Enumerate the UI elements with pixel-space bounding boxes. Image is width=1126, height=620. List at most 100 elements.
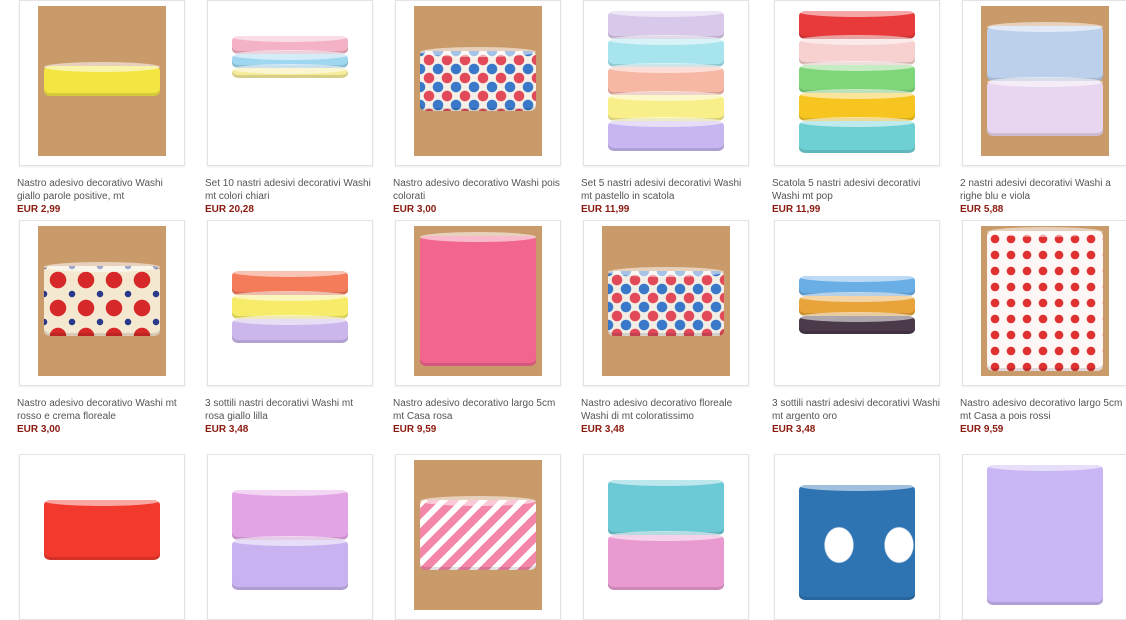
tape-roll xyxy=(987,231,1103,371)
product-card[interactable] xyxy=(583,454,749,620)
product-photo xyxy=(602,460,730,610)
product-card[interactable]: 2 nastri adesivi decorativi Washi a righ… xyxy=(960,0,1126,215)
product-photo xyxy=(981,6,1109,156)
product-photo xyxy=(414,6,542,156)
product-card[interactable]: Nastro adesivo decorativo Washi pois col… xyxy=(393,0,563,215)
tape-roll xyxy=(987,81,1103,136)
product-thumbnail[interactable] xyxy=(583,0,749,166)
product-thumbnail[interactable] xyxy=(962,454,1126,620)
product-title-link[interactable]: Nastro adesivo decorativo largo 5cm mt C… xyxy=(960,397,1126,423)
tape-roll xyxy=(987,26,1103,81)
product-title-link[interactable]: Nastro adesivo decorativo floreale Washi… xyxy=(581,397,751,423)
tape-roll-edge xyxy=(799,481,915,491)
tape-roll xyxy=(799,485,915,600)
product-card[interactable] xyxy=(395,454,561,620)
product-title-link[interactable]: Nastro adesivo decorativo Washi giallo p… xyxy=(17,177,187,203)
tape-roll-edge xyxy=(608,267,724,277)
product-thumbnail[interactable] xyxy=(395,0,561,166)
product-card[interactable] xyxy=(774,454,940,620)
product-title-link[interactable]: Set 10 nastri adesivi decorativi Washi m… xyxy=(205,177,375,203)
product-thumbnail[interactable] xyxy=(395,454,561,620)
tape-roll-edge xyxy=(608,531,724,541)
product-thumbnail[interactable] xyxy=(583,220,749,386)
tape-roll-edge xyxy=(987,77,1103,87)
product-title-link[interactable]: Nastro adesivo decorativo largo 5cm mt C… xyxy=(393,397,563,423)
product-thumbnail[interactable] xyxy=(774,220,940,386)
tape-roll xyxy=(44,266,160,336)
tape-roll xyxy=(420,236,536,366)
tape-roll-edge xyxy=(232,50,348,60)
tape-roll-edge xyxy=(608,7,724,17)
tape-roll-edge xyxy=(608,476,724,486)
product-title-link[interactable]: 3 sottili nastri decorativi Washi mt ros… xyxy=(205,397,375,423)
product-card[interactable]: Nastro adesivo decorativo Washi giallo p… xyxy=(17,0,187,215)
product-card[interactable]: Set 5 nastri adesivi decorativi Washi mt… xyxy=(581,0,751,215)
product-photo xyxy=(38,6,166,156)
product-price: EUR 11,99 xyxy=(581,204,630,215)
tape-roll-edge xyxy=(799,312,915,322)
product-price: EUR 3,00 xyxy=(393,204,437,215)
tape-roll-edge xyxy=(799,117,915,127)
product-title-link[interactable]: Set 5 nastri adesivi decorativi Washi mt… xyxy=(581,177,751,203)
product-title-link[interactable]: Nastro adesivo decorativo Washi pois col… xyxy=(393,177,563,203)
tape-roll-edge xyxy=(799,292,915,302)
product-card[interactable] xyxy=(19,454,185,620)
product-card[interactable]: Nastro adesivo decorativo floreale Washi… xyxy=(581,220,751,435)
tape-roll xyxy=(232,490,348,540)
product-title-link[interactable]: 2 nastri adesivi decorativi Washi a righ… xyxy=(960,177,1126,203)
tape-roll-edge xyxy=(232,291,348,301)
tape-roll-edge xyxy=(987,227,1103,237)
tape-roll xyxy=(232,540,348,590)
product-price: EUR 20,28 xyxy=(205,204,254,215)
tape-roll xyxy=(608,480,724,535)
product-thumbnail[interactable] xyxy=(207,220,373,386)
tape-roll-edge xyxy=(799,272,915,282)
tape-roll-edge xyxy=(232,267,348,277)
tape-roll-edge xyxy=(799,35,915,45)
tape-roll-edge xyxy=(608,35,724,45)
product-price: EUR 3,48 xyxy=(581,424,625,435)
tape-roll-edge xyxy=(608,91,724,101)
product-card[interactable]: 3 sottili nastri decorativi Washi mt ros… xyxy=(205,220,375,435)
product-card[interactable]: Nastro adesivo decorativo Washi mt rosso… xyxy=(17,220,187,435)
product-card[interactable] xyxy=(962,454,1126,620)
tape-roll xyxy=(608,271,724,336)
tape-roll-edge xyxy=(232,315,348,325)
product-thumbnail[interactable] xyxy=(19,0,185,166)
product-photo xyxy=(414,226,542,376)
tape-roll-edge xyxy=(232,536,348,546)
tape-roll-edge xyxy=(44,262,160,272)
product-title-link[interactable]: Nastro adesivo decorativo Washi mt rosso… xyxy=(17,397,187,423)
product-thumbnail[interactable] xyxy=(774,0,940,166)
product-photo xyxy=(793,226,921,376)
product-title-link[interactable]: 3 sottili nastri adesivi decorativi Wash… xyxy=(772,397,942,423)
product-thumbnail[interactable] xyxy=(19,220,185,386)
product-card[interactable] xyxy=(207,454,373,620)
product-price: EUR 3,48 xyxy=(205,424,249,435)
tape-roll-edge xyxy=(44,496,160,506)
product-photo xyxy=(793,6,921,156)
product-card[interactable]: Nastro adesivo decorativo largo 5cm mt C… xyxy=(960,220,1126,435)
product-thumbnail[interactable] xyxy=(207,0,373,166)
tape-roll-edge xyxy=(987,22,1103,32)
product-thumbnail[interactable] xyxy=(207,454,373,620)
product-card[interactable]: Scatola 5 nastri adesivi decorativi Wash… xyxy=(772,0,942,215)
product-thumbnail[interactable] xyxy=(962,0,1126,166)
tape-roll-edge xyxy=(608,117,724,127)
product-price: EUR 11,99 xyxy=(772,204,821,215)
product-thumbnail[interactable] xyxy=(583,454,749,620)
product-price: EUR 3,00 xyxy=(17,424,61,435)
product-title-link[interactable]: Scatola 5 nastri adesivi decorativi Wash… xyxy=(772,177,942,203)
product-thumbnail[interactable] xyxy=(774,454,940,620)
product-thumbnail[interactable] xyxy=(395,220,561,386)
product-photo xyxy=(226,460,354,610)
product-photo xyxy=(602,6,730,156)
product-card[interactable]: 3 sottili nastri adesivi decorativi Wash… xyxy=(772,220,942,435)
product-photo xyxy=(793,460,921,610)
product-thumbnail[interactable] xyxy=(962,220,1126,386)
product-photo xyxy=(602,226,730,376)
product-card[interactable]: Nastro adesivo decorativo largo 5cm mt C… xyxy=(393,220,563,435)
product-photo xyxy=(414,460,542,610)
product-thumbnail[interactable] xyxy=(19,454,185,620)
product-card[interactable]: Set 10 nastri adesivi decorativi Washi m… xyxy=(205,0,375,215)
